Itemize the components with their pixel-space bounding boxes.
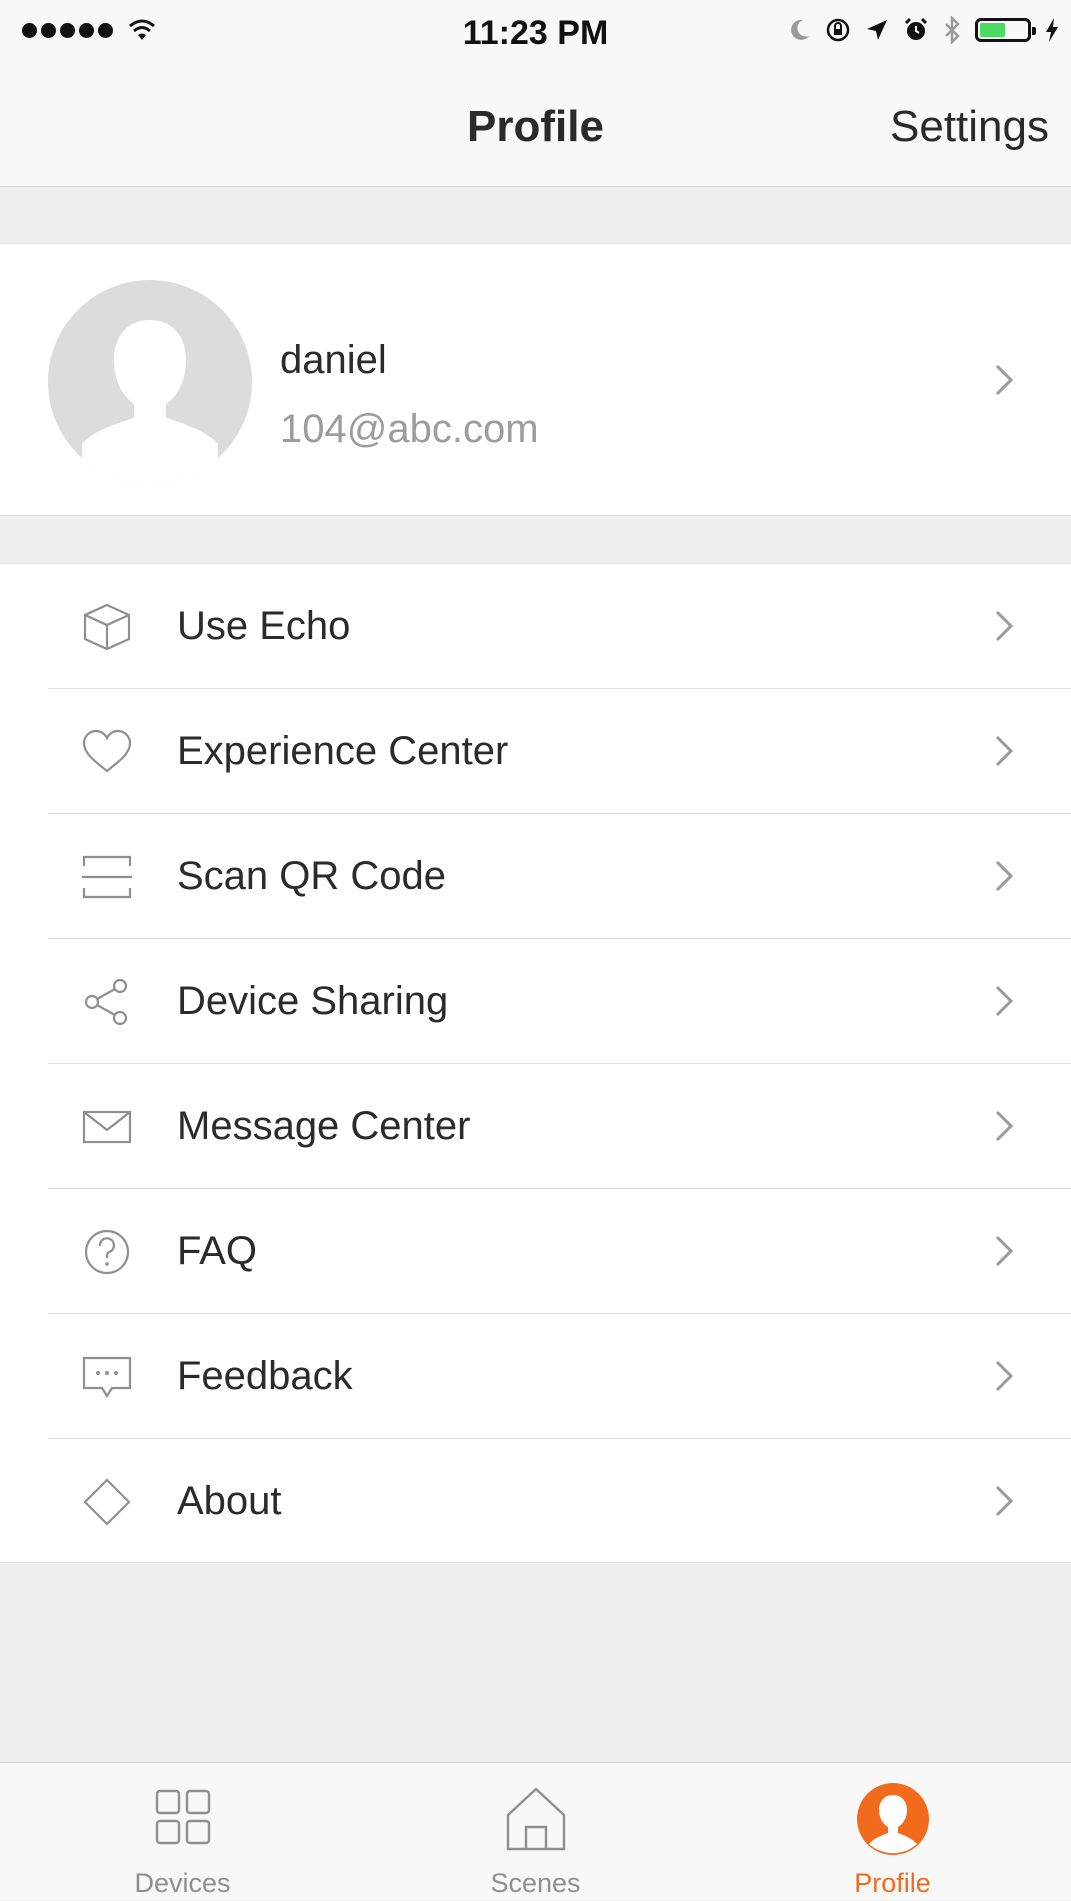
question-circle-icon [84, 1229, 130, 1275]
menu-item-label: Use Echo [177, 604, 351, 648]
menu-item-label: Experience Center [177, 729, 509, 773]
battery-level [980, 23, 1005, 37]
chevron-right-icon [995, 610, 1014, 642]
chevron-right-icon [995, 1235, 1014, 1267]
menu-item-label: Feedback [177, 1354, 353, 1398]
menu-item-about[interactable]: About [0, 1439, 1071, 1564]
profile-name: daniel [280, 338, 387, 382]
menu-list: Use Echo Experience Center Scan QR Code [0, 563, 1071, 1563]
tab-label: Devices [134, 1868, 231, 1898]
moon-icon [791, 19, 809, 40]
menu-item-label: Message Center [177, 1104, 471, 1148]
location-arrow-icon [867, 20, 887, 40]
chevron-right-icon [995, 735, 1014, 767]
menu-item-label: Scan QR Code [177, 854, 447, 898]
settings-button[interactable]: Settings [890, 102, 1049, 152]
menu-item-scan-qr-code[interactable]: Scan QR Code [0, 814, 1071, 939]
navigation-bar: Profile Settings [0, 76, 1071, 187]
menu-item-label: About [177, 1479, 282, 1523]
envelope-icon [82, 1110, 132, 1144]
tab-bar: Devices Scenes Profile [0, 1762, 1071, 1900]
avatar [48, 280, 252, 484]
profile-screen: 11:23 PM Profile Settings daniel 104@abc… [0, 0, 1071, 1900]
menu-item-faq[interactable]: FAQ [0, 1189, 1071, 1314]
menu-item-label: FAQ [177, 1229, 258, 1273]
scan-icon [82, 855, 132, 899]
person-icon [856, 1783, 929, 1855]
profile-card[interactable]: daniel 104@abc.com [0, 243, 1071, 516]
charging-icon [1046, 18, 1058, 42]
menu-item-experience-center[interactable]: Experience Center [0, 689, 1071, 814]
battery-icon [975, 18, 1036, 42]
chevron-right-icon [995, 1110, 1014, 1142]
menu-item-device-sharing[interactable]: Device Sharing [0, 939, 1071, 1064]
diamond-icon [83, 1478, 131, 1526]
chevron-right-icon [995, 1360, 1014, 1392]
user-silhouette-icon [82, 320, 218, 484]
chevron-right-icon [995, 985, 1014, 1017]
rotation-lock-icon [826, 18, 850, 42]
status-icons [789, 16, 1059, 44]
chevron-right-icon [995, 1485, 1014, 1517]
tab-label: Scenes [490, 1868, 581, 1898]
tab-label: Profile [854, 1868, 931, 1898]
chat-bubble-icon [82, 1356, 132, 1399]
grid-icon [155, 1789, 210, 1845]
menu-item-message-center[interactable]: Message Center [0, 1064, 1071, 1189]
menu-item-feedback[interactable]: Feedback [0, 1314, 1071, 1439]
alarm-icon [904, 17, 928, 40]
chevron-right-icon [995, 364, 1014, 396]
tab-devices[interactable]: Devices [4, 1763, 361, 1901]
menu-item-label: Device Sharing [177, 979, 449, 1023]
tab-profile[interactable]: Profile [714, 1763, 1071, 1901]
bluetooth-icon [945, 16, 960, 44]
profile-email: 104@abc.com [280, 407, 539, 451]
share-icon [84, 978, 128, 1026]
heart-icon [82, 729, 132, 773]
status-bar: 11:23 PM [0, 0, 1071, 76]
cube-icon [83, 603, 131, 651]
tab-scenes[interactable]: Scenes [357, 1763, 714, 1901]
house-icon [506, 1787, 565, 1851]
menu-item-use-echo[interactable]: Use Echo [0, 564, 1071, 689]
chevron-right-icon [995, 860, 1014, 892]
